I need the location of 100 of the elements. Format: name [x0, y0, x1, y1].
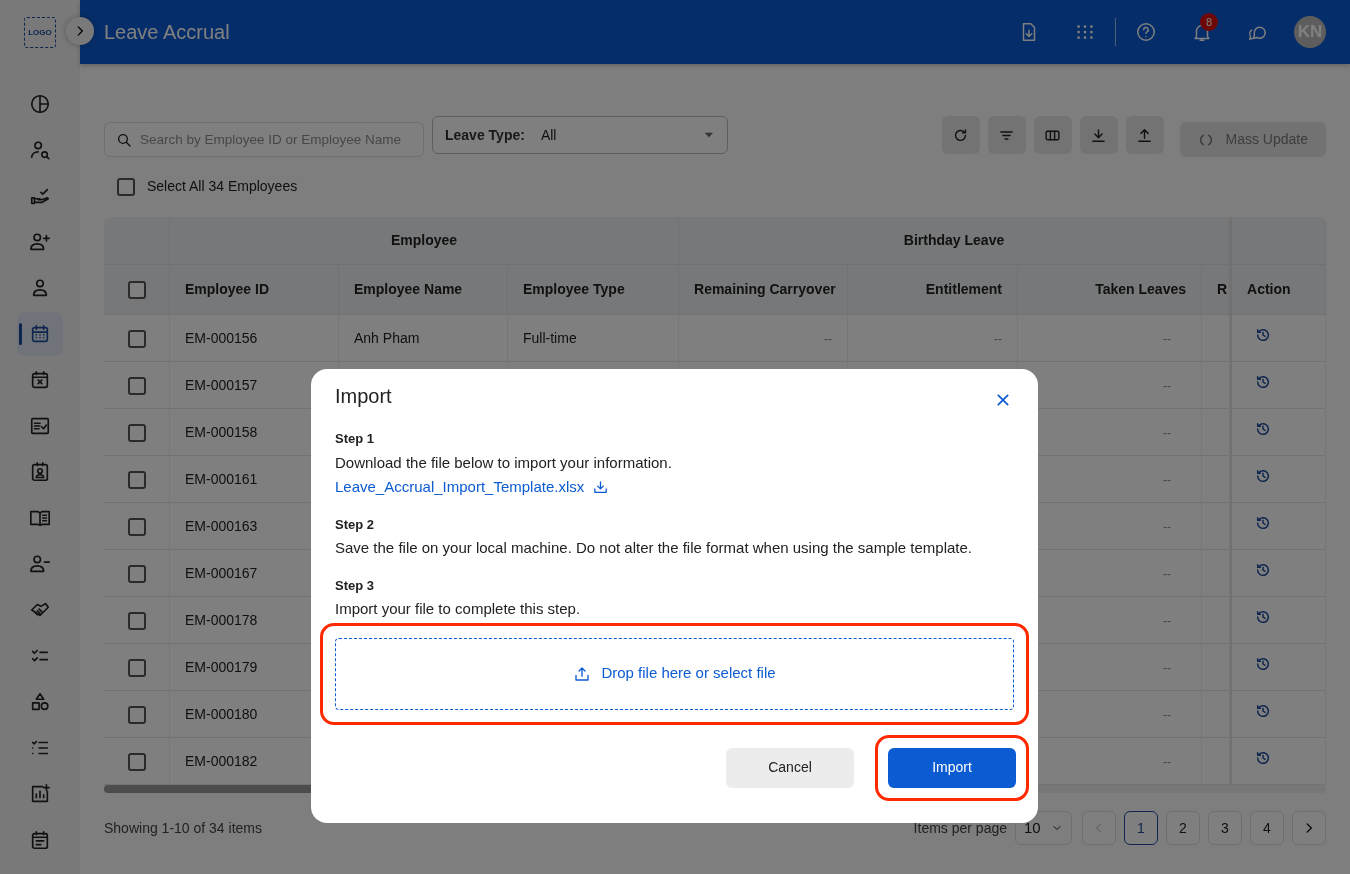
refresh-icon — [952, 126, 969, 144]
table-cell: EM-000161 — [185, 470, 258, 487]
sidebar-item[interactable] — [17, 312, 63, 356]
checkbox[interactable] — [127, 329, 146, 348]
history-button[interactable] — [1255, 609, 1271, 625]
checkbox[interactable] — [127, 564, 146, 583]
bell-button[interactable]: 8 — [1182, 12, 1222, 52]
checkbox[interactable] — [117, 177, 135, 196]
table-cell: -- — [1163, 331, 1171, 346]
checklist-icon — [29, 415, 51, 437]
column-header: Remaining Carryover — [694, 281, 836, 297]
upload-icon — [1136, 126, 1153, 144]
user-minus-icon — [29, 553, 51, 575]
table-cell: -- — [1163, 754, 1171, 769]
checkbox[interactable] — [127, 281, 146, 300]
history-button[interactable] — [1255, 562, 1271, 578]
leave-type-select[interactable]: Leave Type: All — [432, 116, 728, 154]
refresh-button[interactable] — [941, 116, 980, 154]
step-text: Import your file to complete this step. — [335, 599, 582, 619]
history-icon — [1255, 750, 1271, 766]
close-icon — [995, 392, 1011, 408]
table-cell: -- — [1163, 660, 1171, 675]
search-icon — [116, 132, 132, 148]
chart-plus-icon — [29, 783, 51, 805]
filter-button[interactable] — [987, 116, 1026, 154]
page-button[interactable]: 4 — [1250, 811, 1284, 845]
history-icon — [1255, 327, 1271, 343]
history-icon — [1255, 703, 1271, 719]
column-group-header: Employee — [170, 217, 679, 265]
calendar-icon — [29, 323, 51, 345]
table-cell: EM-000156 — [185, 329, 258, 346]
download-link[interactable]: Leave_Accrual_Import_Template.xlsx — [335, 476, 610, 499]
table-cell: EM-000163 — [185, 517, 258, 534]
table-cell: EM-000157 — [185, 376, 258, 393]
history-icon — [1255, 562, 1271, 578]
history-button[interactable] — [1255, 468, 1271, 484]
logo: LOGO — [24, 17, 56, 48]
download-icon — [592, 478, 610, 496]
table-cell: -- — [1163, 378, 1171, 393]
download-button[interactable] — [1079, 116, 1118, 154]
history-button[interactable] — [1255, 327, 1271, 343]
history-icon — [1255, 656, 1271, 672]
history-button[interactable] — [1255, 656, 1271, 672]
page-button[interactable]: 3 — [1208, 811, 1242, 845]
table-cell: -- — [1163, 519, 1171, 534]
history-button[interactable] — [1255, 374, 1271, 390]
user-plus-icon — [29, 231, 51, 253]
step-text: Download the file below to import your information. — [335, 452, 673, 473]
cancel-button[interactable]: Cancel — [726, 747, 854, 788]
columns-button[interactable] — [1033, 116, 1072, 154]
column-header: Action — [1247, 281, 1291, 297]
table-cell: -- — [1163, 707, 1171, 722]
step-label: Step 3 — [335, 576, 375, 595]
checkbox[interactable] — [127, 658, 146, 677]
table-cell: -- — [1163, 425, 1171, 440]
dialog-title: Import — [335, 384, 392, 408]
step-text: Save the file on your local machine. Do not alter the file format when using the sample template. — [335, 538, 973, 558]
checkbox[interactable] — [127, 611, 146, 630]
history-button[interactable] — [1255, 515, 1271, 531]
select-all-label: Select All 34 Employees — [147, 177, 298, 196]
history-button[interactable] — [1255, 750, 1271, 766]
table-cell: Full-time — [523, 329, 577, 346]
id-card-icon — [29, 461, 51, 483]
checkbox[interactable] — [127, 705, 146, 724]
checkbox[interactable] — [127, 376, 146, 395]
table-cell: EM-000178 — [185, 611, 258, 628]
import-button[interactable]: Import — [888, 747, 1016, 788]
page-button[interactable]: 2 — [1166, 811, 1200, 845]
pagination-summary: Showing 1-10 of 34 items — [104, 818, 262, 838]
column-header: Employee Type — [523, 281, 625, 297]
download-icon — [1090, 126, 1107, 144]
column-header: Employee Name — [354, 281, 463, 297]
table-cell: -- — [1163, 613, 1171, 628]
page-title: Leave Accrual — [104, 20, 230, 44]
table-cell: EM-000179 — [185, 658, 258, 675]
pie-chart-icon — [29, 93, 51, 115]
checkbox[interactable] — [127, 470, 146, 489]
notification-badge: 8 — [1200, 13, 1218, 31]
history-button[interactable] — [1255, 703, 1271, 719]
step-label: Step 2 — [335, 515, 375, 534]
upload-button[interactable] — [1125, 116, 1164, 154]
upload-icon — [573, 664, 592, 683]
calendar-notes-icon — [29, 829, 51, 851]
checkbox[interactable] — [127, 517, 146, 536]
checkbox[interactable] — [127, 423, 146, 442]
table-cell: -- — [1163, 566, 1171, 581]
column-header: Employee ID — [185, 281, 270, 297]
file-drop-zone[interactable]: Drop file here or select file — [335, 637, 1014, 710]
history-icon — [1255, 468, 1271, 484]
column-header: R — [1217, 281, 1228, 297]
history-button[interactable] — [1255, 421, 1271, 437]
history-icon — [1255, 421, 1271, 437]
page-button[interactable]: 1 — [1124, 811, 1158, 845]
column-group-header: Birthday Leave — [679, 217, 1230, 265]
history-icon — [1255, 609, 1271, 625]
checkbox[interactable] — [127, 752, 146, 771]
column-header: Entitlement — [925, 281, 1002, 297]
history-icon — [1255, 374, 1271, 390]
user-search-icon — [29, 139, 51, 161]
search-field[interactable]: Search by Employee ID or Employee Name — [104, 122, 424, 157]
